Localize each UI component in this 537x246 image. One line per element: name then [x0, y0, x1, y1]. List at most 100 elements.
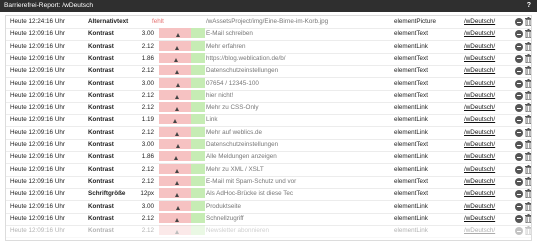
page-link[interactable]: /wDeutsch/ — [464, 78, 514, 90]
table-row[interactable]: Heute 12:09:16 Uhr Kontrast 3.00 E-Mail sch… — [6, 28, 531, 42]
minus-circle-icon[interactable] — [515, 190, 523, 199]
trash-icon[interactable] — [525, 90, 531, 100]
minus-circle-icon[interactable] — [515, 30, 523, 39]
page-link[interactable]: /wDeutsch/ — [464, 201, 514, 213]
table-row[interactable]: Heute 12:24:16 Uhr Alternativtext fehlt/wA… — [6, 16, 531, 29]
page-link[interactable]: /wDeutsch/ — [464, 41, 514, 53]
score-value: 3.00 — [141, 79, 154, 87]
page-link[interactable]: /wDeutsch/ — [464, 90, 514, 102]
minus-circle-icon[interactable] — [515, 104, 523, 113]
timestamp: Heute 12:09:16 Uhr — [10, 30, 65, 38]
score-value: 2.12 — [141, 42, 154, 50]
trash-icon[interactable] — [525, 152, 531, 162]
table-row[interactable]: Heute 12:09:16 Uhr Kontrast 2.12 E-Mail mit… — [6, 175, 531, 189]
trash-icon[interactable] — [525, 127, 531, 137]
minus-circle-icon[interactable] — [515, 177, 523, 186]
minus-circle-icon[interactable] — [515, 141, 523, 149]
gauge-fail-zone — [159, 28, 191, 39]
page-link[interactable]: /wDeutsch/ — [464, 164, 514, 176]
trash-icon[interactable] — [525, 78, 531, 88]
score-gauge — [159, 139, 205, 149]
trash-icon[interactable] — [525, 53, 531, 63]
timestamp: Heute 12:09:16 Uhr — [10, 214, 65, 222]
page-link[interactable]: /wDeutsch/ — [464, 102, 514, 114]
table-row[interactable]: Heute 12:09:16 Uhr Kontrast 2.12 Newsletter… — [6, 225, 531, 239]
minus-circle-icon[interactable] — [515, 202, 523, 211]
trash-icon[interactable] — [525, 176, 531, 186]
score-gauge — [159, 151, 205, 162]
element-detail: Als AdHoc-Brücke ist diese Tec — [206, 190, 294, 198]
minus-circle-icon[interactable] — [515, 54, 523, 63]
page-link[interactable]: /wDeutsch/ — [464, 213, 514, 225]
page-link[interactable]: /wDeutsch/ — [464, 65, 514, 77]
table-row[interactable]: Heute 12:09:16 Uhr Kontrast 2.12 Datenschut… — [6, 65, 531, 79]
page-link[interactable]: /wDeutsch/ — [464, 114, 514, 126]
minus-circle-icon[interactable] — [515, 128, 523, 137]
element-detail: Datenschutzeinstellungen — [206, 141, 279, 148]
trash-icon[interactable] — [525, 213, 531, 223]
score-value: 2.12 — [141, 177, 154, 185]
table-row[interactable]: Heute 12:09:16 Uhr Kontrast 2.12 Schnellzug… — [6, 212, 531, 226]
element-detail: /wAssetsProject/img/Eine-Birne-im-Korb.j… — [206, 18, 329, 25]
minus-circle-icon[interactable] — [515, 214, 523, 223]
help-button[interactable]: ? — [527, 0, 531, 12]
table-row[interactable]: Heute 12:09:16 Uhr Kontrast 3.00 07654 / 12… — [6, 77, 531, 91]
page-link[interactable]: /wDeutsch/ — [464, 16, 514, 28]
trash-icon[interactable] — [525, 226, 531, 236]
minus-circle-icon[interactable] — [515, 42, 523, 51]
page-link[interactable]: /wDeutsch/ — [464, 139, 514, 151]
score-value: 1.86 — [141, 153, 154, 161]
page-link[interactable]: /wDeutsch/ — [464, 176, 514, 188]
trash-icon[interactable] — [525, 115, 531, 125]
element-type: elementText — [394, 79, 428, 87]
page-link[interactable]: /wDeutsch/ — [464, 225, 514, 237]
trash-icon[interactable] — [525, 41, 531, 51]
table-row[interactable]: Heute 12:09:16 Uhr Kontrast 3.00 Produktsei… — [6, 200, 531, 214]
timestamp: Heute 12:09:16 Uhr — [10, 202, 65, 210]
minus-circle-icon[interactable] — [515, 153, 523, 162]
minus-circle-icon[interactable] — [515, 165, 523, 174]
minus-circle-icon[interactable] — [515, 67, 523, 76]
trash-icon[interactable] — [525, 201, 531, 211]
element-detail: 07654 / 12345-100 — [206, 79, 259, 87]
table-row[interactable]: Heute 12:09:16 Uhr Kontrast 2.12 Mehr erfah… — [6, 40, 531, 54]
minus-circle-icon[interactable] — [515, 79, 523, 88]
timestamp: Heute 12:09:16 Uhr — [10, 141, 65, 148]
trash-icon[interactable] — [525, 29, 531, 39]
element-detail: Produktseite — [206, 202, 242, 210]
element-detail: Mehr erfahren — [206, 42, 246, 50]
minus-circle-icon[interactable] — [515, 91, 523, 100]
table-row[interactable]: Heute 12:09:16 Uhr Kontrast 2.12 Mehr zu XM… — [6, 163, 531, 177]
table-row[interactable]: Heute 12:09:16 Uhr Kontrast 1.19 Link elemen… — [6, 114, 531, 128]
page-link[interactable]: /wDeutsch/ — [464, 188, 514, 200]
table-row[interactable]: Heute 12:09:16 Uhr Kontrast 3.00 Datenschut… — [6, 139, 531, 152]
trash-icon[interactable] — [525, 66, 531, 76]
element-type: elementLink — [394, 165, 428, 173]
minus-circle-icon[interactable] — [515, 227, 523, 236]
score-gauge — [159, 200, 205, 211]
element-type: elementText — [394, 141, 428, 148]
timestamp: Heute 12:09:16 Uhr — [10, 54, 65, 62]
trash-icon[interactable] — [525, 103, 531, 113]
table-row[interactable]: Heute 12:09:16 Uhr Kontrast 2.12 hier nicht… — [6, 89, 531, 103]
timestamp: Heute 12:09:16 Uhr — [10, 104, 65, 112]
gauge-marker — [175, 168, 180, 173]
page-link[interactable]: /wDeutsch/ — [464, 53, 514, 65]
trash-icon[interactable] — [525, 189, 531, 199]
table-row[interactable]: Heute 12:09:16 Uhr Kontrast 2.12 Mehr auf w… — [6, 126, 531, 140]
table-row[interactable]: Heute 12:09:16 Uhr Kontrast 1.86 https://bl… — [6, 52, 531, 66]
trash-icon[interactable] — [525, 140, 531, 149]
trash-icon[interactable] — [525, 164, 531, 174]
table-row[interactable]: Heute 12:09:16 Uhr Kontrast 1.86 Alle Meldu… — [6, 151, 531, 165]
minus-circle-icon[interactable] — [515, 116, 523, 125]
table-row[interactable]: Heute 12:09:16 Uhr Schriftgröße 12px Als Ad… — [6, 188, 531, 202]
page-link[interactable]: /wDeutsch/ — [464, 127, 514, 139]
element-type: elementLink — [394, 214, 428, 222]
element-type: elementPicture — [394, 18, 436, 25]
page-link[interactable]: /wDeutsch/ — [464, 151, 514, 163]
page-link[interactable]: /wDeutsch/ — [464, 28, 514, 40]
table-row[interactable]: Heute 12:09:16 Uhr Kontrast 2.12 Mehr zu CS… — [6, 102, 531, 116]
element-type: elementText — [394, 30, 428, 38]
minus-circle-icon[interactable] — [515, 18, 523, 26]
trash-icon[interactable] — [525, 17, 531, 26]
